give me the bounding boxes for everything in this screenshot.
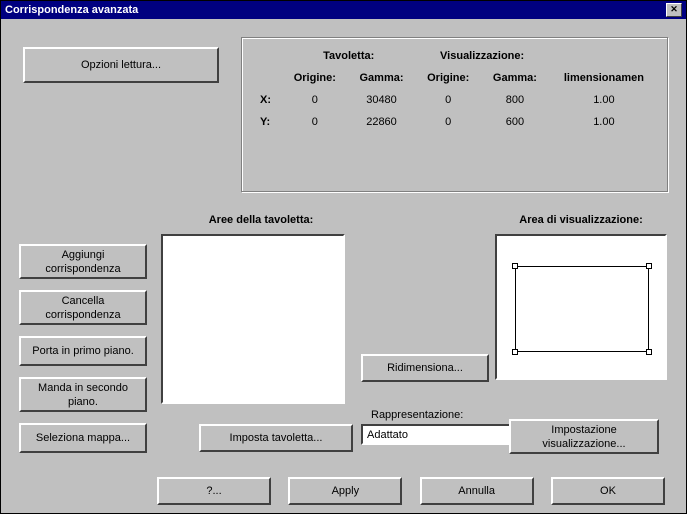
apply-button[interactable]: Apply: [288, 477, 402, 505]
resize-button[interactable]: Ridimensiona...: [361, 354, 489, 382]
info-groupbox: Tavoletta: Visualizzazione: Origine: Gam…: [241, 37, 669, 193]
representation-label: Rappresentazione:: [371, 409, 463, 421]
handle-nw[interactable]: [512, 263, 518, 269]
cell-x-tav-origine: 0: [283, 90, 347, 110]
cell-y-viz-origine: 0: [416, 112, 480, 132]
col-origine-1: Origine:: [283, 68, 347, 88]
cell-x-dim: 1.00: [550, 90, 658, 110]
representation-value: Adattato: [367, 429, 408, 441]
handle-se[interactable]: [646, 349, 652, 355]
cell-x-viz-origine: 0: [416, 90, 480, 110]
help-button[interactable]: ?...: [157, 477, 271, 505]
tablet-areas-list[interactable]: [161, 234, 345, 404]
delete-correspondence-button[interactable]: Cancella corrispondenza: [19, 290, 147, 325]
set-tablet-button[interactable]: Imposta tavoletta...: [199, 424, 353, 452]
dialog-window: Corrispondenza avanzata ✕ Opzioni lettur…: [0, 0, 687, 514]
handle-sw[interactable]: [512, 349, 518, 355]
read-options-button[interactable]: Opzioni lettura...: [23, 47, 219, 83]
display-settings-button[interactable]: Impostazione visualizzazione...: [509, 419, 659, 454]
cell-y-viz-gamma: 600: [482, 112, 548, 132]
row-y-label: Y:: [254, 112, 281, 132]
select-map-button[interactable]: Seleziona mappa...: [19, 423, 147, 453]
display-area-rect[interactable]: [515, 266, 649, 352]
cell-x-viz-gamma: 800: [482, 90, 548, 110]
cell-y-tav-gamma: 22860: [349, 112, 415, 132]
tablet-areas-label: Aree della tavoletta:: [161, 214, 361, 226]
ok-button[interactable]: OK: [551, 477, 665, 505]
col-dimension: limensionamen: [550, 68, 658, 88]
cell-y-dim: 1.00: [550, 112, 658, 132]
close-icon[interactable]: ✕: [666, 3, 682, 17]
col-origine-2: Origine:: [416, 68, 480, 88]
display-area-preview[interactable]: [495, 234, 667, 380]
add-correspondence-button[interactable]: Aggiungi corrispondenza: [19, 244, 147, 279]
bring-to-front-button[interactable]: Porta in primo piano.: [19, 336, 147, 366]
header-visualizzazione: Visualizzazione:: [416, 46, 547, 66]
cancel-button[interactable]: Annulla: [420, 477, 534, 505]
header-tavoletta: Tavoletta:: [283, 46, 414, 66]
row-x-label: X:: [254, 90, 281, 110]
titlebar: Corrispondenza avanzata ✕: [1, 1, 686, 19]
handle-ne[interactable]: [646, 263, 652, 269]
send-to-back-button[interactable]: Manda in secondo piano.: [19, 377, 147, 412]
col-gamma-1: Gamma:: [349, 68, 415, 88]
cell-x-tav-gamma: 30480: [349, 90, 415, 110]
col-gamma-2: Gamma:: [482, 68, 548, 88]
window-title: Corrispondenza avanzata: [5, 4, 138, 16]
display-area-label: Area di visualizzazione:: [481, 214, 681, 226]
info-table: Tavoletta: Visualizzazione: Origine: Gam…: [252, 44, 660, 134]
cell-y-tav-origine: 0: [283, 112, 347, 132]
